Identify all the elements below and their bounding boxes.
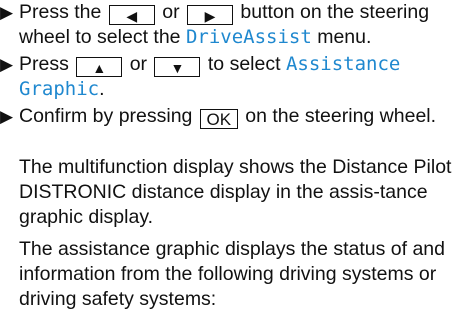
step-select-assistance-graphic: ▶ Press ▲ or ▼ to select Assistance Grap… <box>0 52 460 102</box>
menu-name-driveassist: DriveAssist <box>185 26 312 48</box>
step-text: Press ▲ or ▼ to select Assistance Graphi… <box>19 53 401 100</box>
step-select-driveassist: ▶ Press the ◀ or ▶ button on the steerin… <box>0 0 460 50</box>
up-arrow-key-icon: ▲ <box>76 57 123 77</box>
down-arrow-key-icon: ▼ <box>154 57 201 77</box>
step-text: Press the ◀ or ▶ button on the steering … <box>19 1 430 48</box>
ok-key-icon: OK <box>199 109 238 129</box>
bullet-arrow-icon: ▶ <box>0 107 14 126</box>
description-paragraph: The assistance graphic displays the stat… <box>19 238 445 310</box>
right-arrow-key-icon: ▶ <box>186 5 233 25</box>
bullet-arrow-icon: ▶ <box>0 3 14 22</box>
left-arrow-key-icon: ◀ <box>108 5 155 25</box>
step-confirm-ok: ▶ Confirm by pressing OK on the steering… <box>0 104 460 129</box>
manual-page: ▶ Press the ◀ or ▶ button on the steerin… <box>0 0 463 321</box>
result-paragraph: The multifunction display shows the Dist… <box>19 156 452 228</box>
step-text: Confirm by pressing OK on the steering w… <box>19 105 437 129</box>
bullet-arrow-icon: ▶ <box>0 55 14 74</box>
